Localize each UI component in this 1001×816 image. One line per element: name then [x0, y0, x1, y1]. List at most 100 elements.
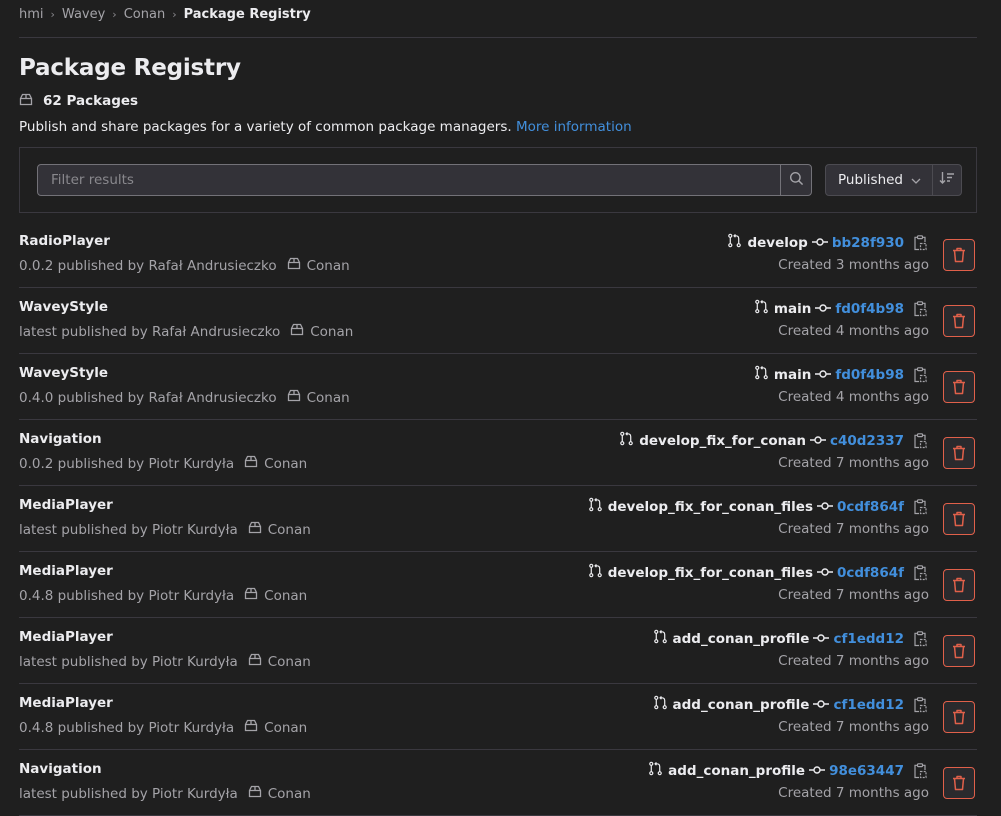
commit-sha-link[interactable]: 0cdf864f: [837, 565, 904, 581]
copy-sha-button[interactable]: [913, 696, 929, 713]
merge-request-icon: [619, 431, 634, 450]
filter-input[interactable]: [38, 165, 780, 195]
package-name[interactable]: WaveyStyle: [19, 365, 108, 381]
commit-sha-link[interactable]: c40d2337: [830, 433, 904, 449]
package-meta: 0.4.8 published by Piotr Kurdyła Conan: [19, 719, 307, 736]
commit-sha-link[interactable]: 0cdf864f: [837, 499, 904, 515]
commit-icon: [817, 499, 833, 515]
delete-package-button[interactable]: [943, 767, 975, 799]
branch-link[interactable]: develop_fix_for_conan_files: [608, 565, 813, 581]
trash-icon: [953, 643, 965, 659]
delete-package-button[interactable]: [943, 503, 975, 535]
breadcrumb-item-wavey[interactable]: Wavey: [62, 7, 105, 22]
sort-lowest-icon: [939, 171, 955, 189]
package-icon: [234, 455, 264, 472]
copy-to-clipboard-icon: [914, 762, 927, 778]
package-name[interactable]: MediaPlayer: [19, 695, 113, 711]
copy-sha-button[interactable]: [913, 300, 929, 317]
delete-package-button[interactable]: [943, 239, 975, 271]
created-time: Created 7 months ago: [778, 455, 929, 471]
more-information-link[interactable]: More information: [516, 119, 632, 135]
copy-sha-button[interactable]: [913, 762, 929, 779]
branch-link[interactable]: main: [774, 367, 811, 383]
chevron-right-icon: ›: [50, 7, 55, 21]
delete-package-button[interactable]: [943, 371, 975, 403]
package-icon: [277, 389, 307, 406]
package-version-publisher: latest published by Rafał Andrusieczko: [19, 323, 281, 340]
branch-link[interactable]: main: [774, 301, 811, 317]
commit-icon: [813, 631, 830, 647]
delete-package-button[interactable]: [943, 569, 975, 601]
package-name[interactable]: MediaPlayer: [19, 563, 113, 579]
copy-sha-button[interactable]: [913, 366, 929, 383]
package-type: Conan: [267, 785, 311, 802]
package-name[interactable]: RadioPlayer: [19, 233, 110, 249]
package-name[interactable]: Navigation: [19, 431, 102, 447]
package-icon: [234, 719, 264, 736]
copy-sha-button[interactable]: [913, 498, 929, 515]
package-type: Conan: [264, 587, 308, 604]
branch-link[interactable]: develop_fix_for_conan_files: [608, 499, 813, 515]
package-type: Conan: [267, 653, 311, 670]
package-name[interactable]: Navigation: [19, 761, 102, 777]
commit-sha-link[interactable]: 98e63447: [829, 763, 904, 779]
package-icon: [234, 587, 264, 604]
pipeline-info: develop_fix_for_conan c40d2337: [619, 431, 929, 450]
copy-sha-button[interactable]: [913, 630, 929, 647]
branch-link[interactable]: add_conan_profile: [673, 697, 810, 713]
commit-sha-link[interactable]: bb28f930: [832, 235, 904, 251]
commit-sha-link[interactable]: fd0f4b98: [835, 301, 904, 317]
copy-to-clipboard-icon: [914, 564, 927, 580]
branch-link[interactable]: develop: [747, 235, 807, 251]
created-time: Created 4 months ago: [778, 389, 929, 405]
delete-package-button[interactable]: [943, 305, 975, 337]
description-text: Publish and share packages for a variety…: [19, 119, 512, 135]
pipeline-info: add_conan_profile cf1edd12: [653, 695, 929, 714]
branch-link[interactable]: add_conan_profile: [668, 763, 805, 779]
chevron-down-icon: [903, 172, 921, 188]
breadcrumb-item-hmi[interactable]: hmi: [19, 7, 44, 22]
merge-request-icon: [588, 497, 603, 516]
package-name[interactable]: MediaPlayer: [19, 629, 113, 645]
package-icon: [277, 257, 307, 274]
copy-sha-button[interactable]: [913, 564, 929, 581]
package-name[interactable]: MediaPlayer: [19, 497, 113, 513]
search-button[interactable]: [780, 165, 811, 195]
copy-to-clipboard-icon: [914, 498, 927, 514]
page: hmi › Wavey › Conan › Package Registry P…: [19, 0, 977, 213]
trash-icon: [953, 379, 965, 395]
breadcrumb-item-conan[interactable]: Conan: [124, 7, 165, 22]
search-icon: [789, 171, 804, 190]
pipeline-info: main fd0f4b98: [754, 365, 929, 384]
sort-control: Published: [825, 164, 962, 196]
copy-sha-button[interactable]: [913, 432, 929, 449]
delete-package-button[interactable]: [943, 635, 975, 667]
copy-to-clipboard-icon: [914, 696, 927, 712]
sort-direction-button[interactable]: [932, 165, 961, 195]
commit-icon: [809, 433, 826, 449]
commit-sha-link[interactable]: fd0f4b98: [835, 367, 904, 383]
package-version-publisher: 0.4.0 published by Rafał Andrusieczko: [19, 389, 277, 406]
commit-sha-link[interactable]: cf1edd12: [833, 631, 904, 647]
package-meta: 0.0.2 published by Rafał Andrusieczko Co…: [19, 257, 350, 274]
trash-icon: [953, 445, 965, 461]
trash-icon: [953, 511, 965, 527]
package-name[interactable]: WaveyStyle: [19, 299, 108, 315]
package-list: RadioPlayer 0.0.2 published by Rafał And…: [19, 222, 977, 816]
commit-icon: [815, 367, 832, 383]
pipeline-info: add_conan_profile 98e63447: [648, 761, 929, 780]
branch-link[interactable]: develop_fix_for_conan: [639, 433, 806, 449]
commit-sha-link[interactable]: cf1edd12: [833, 697, 904, 713]
sort-label: Published: [838, 172, 903, 188]
merge-request-icon: [754, 299, 769, 318]
created-time: Created 7 months ago: [778, 785, 929, 801]
package-row: MediaPlayer 0.4.8 published by Piotr Kur…: [19, 684, 977, 750]
sort-dropdown[interactable]: Published: [826, 165, 932, 195]
delete-package-button[interactable]: [943, 437, 975, 469]
package-row: MediaPlayer latest published by Piotr Ku…: [19, 486, 977, 552]
breadcrumb-item-current[interactable]: Package Registry: [184, 7, 311, 22]
delete-package-button[interactable]: [943, 701, 975, 733]
copy-sha-button[interactable]: [913, 234, 929, 251]
branch-link[interactable]: add_conan_profile: [673, 631, 810, 647]
merge-request-icon: [653, 695, 668, 714]
